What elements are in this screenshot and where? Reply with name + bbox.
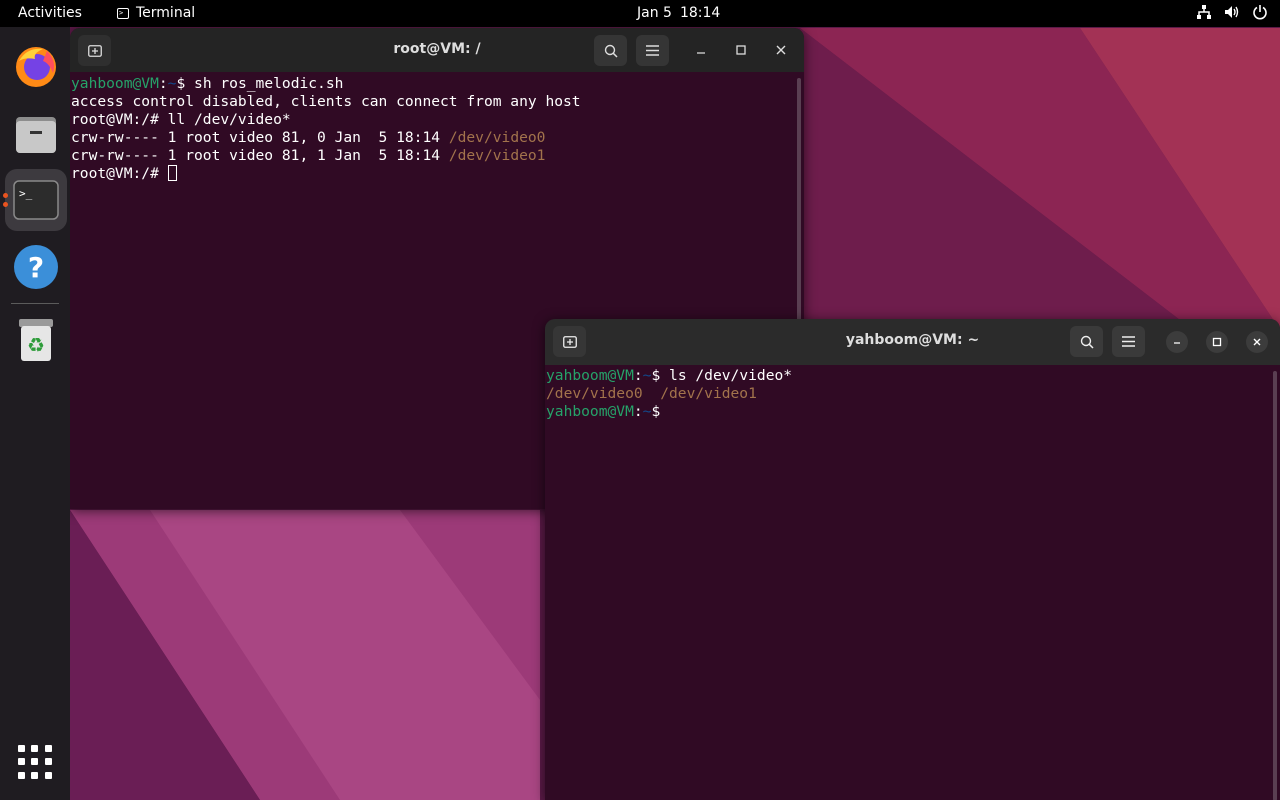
terminal-line: yahboom@VM:~$ ls /dev/video*: [546, 367, 1280, 385]
system-tray[interactable]: [1196, 4, 1268, 20]
terminal-line: crw-rw---- 1 root video 81, 0 Jan 5 18:1…: [71, 129, 804, 147]
clock-time: 18:14: [679, 5, 721, 21]
prompt-user: yahboom@VM: [71, 75, 159, 92]
app-menu-label: Terminal: [136, 5, 196, 21]
dock-separator: [11, 303, 59, 304]
app-menu[interactable]: > Terminal: [117, 5, 195, 21]
terminal-window-yahboom[interactable]: yahboom@VM: ~ yahboom@VM:~$ ls /dev/vide…: [545, 319, 1280, 800]
device-file: /dev/video1: [448, 147, 546, 164]
terminal-line: /dev/video0 /dev/video1: [546, 385, 1280, 403]
hamburger-menu-icon: [646, 45, 659, 56]
svg-text:?: ?: [28, 251, 44, 284]
firefox-icon: [16, 47, 56, 87]
terminal-text: access control disabled, clients can con…: [71, 93, 581, 110]
text-cursor: [167, 165, 177, 181]
terminal-text: crw-rw---- 1 root video 81, 1 Jan 5 18:1…: [71, 147, 449, 164]
terminal-text: :: [158, 75, 168, 92]
minimize-icon: [697, 52, 705, 54]
files-icon: [16, 117, 56, 153]
terminal-text: $ ls /dev/video*: [651, 367, 793, 384]
close-button[interactable]: [772, 41, 790, 59]
new-tab-button[interactable]: [78, 35, 111, 66]
device-file: /dev/video0: [546, 385, 643, 402]
terminal-line: root@VM:/# ll /dev/video*: [71, 111, 804, 129]
dock: >_ ? ♻: [0, 27, 70, 800]
new-tab-button[interactable]: [553, 326, 586, 357]
terminal-text: $: [651, 403, 661, 420]
close-button[interactable]: [1246, 331, 1268, 353]
new-tab-icon: [87, 44, 102, 57]
dock-trash[interactable]: ♻: [5, 309, 67, 371]
network-icon[interactable]: [1196, 4, 1212, 20]
terminal-icon: >_: [13, 180, 59, 220]
prompt-user: yahboom@VM: [546, 367, 634, 384]
dock-help[interactable]: ?: [5, 236, 67, 298]
terminal-output[interactable]: yahboom@VM:~$ ls /dev/video*/dev/video0 …: [545, 365, 1280, 421]
terminal-line: yahboom@VM:~$: [546, 403, 1280, 421]
running-indicator: [3, 193, 8, 198]
terminal-text: crw-rw---- 1 root video 81, 0 Jan 5 18:1…: [71, 129, 449, 146]
terminal-text: root@VM:/#: [71, 165, 168, 182]
running-indicator: [3, 202, 8, 207]
maximize-button[interactable]: [732, 41, 750, 59]
dock-files[interactable]: [5, 102, 67, 164]
search-button[interactable]: [594, 35, 627, 66]
search-icon: [1080, 335, 1094, 349]
device-file: /dev/video1: [660, 385, 757, 402]
maximize-icon: [1212, 337, 1222, 347]
power-icon[interactable]: [1252, 4, 1268, 20]
terminal-icon: >: [117, 7, 129, 19]
show-apps-button[interactable]: [18, 745, 52, 779]
clock[interactable]: Jan 5 18:14: [637, 5, 720, 21]
clock-date: Jan 5: [637, 5, 672, 21]
maximize-button[interactable]: [1206, 331, 1228, 353]
close-icon: [1253, 338, 1261, 346]
minimize-button[interactable]: [1166, 331, 1188, 353]
device-file: /dev/video0: [448, 129, 546, 146]
top-bar: Activities > Terminal Jan 5 18:14: [0, 0, 1280, 27]
help-icon: ?: [14, 245, 58, 289]
terminal-text: :: [633, 403, 643, 420]
svg-text:♻: ♻: [27, 333, 45, 357]
minimize-icon: [1174, 342, 1180, 344]
new-tab-icon: [562, 335, 577, 348]
terminal-text: root@VM:/# ll /dev/video*: [71, 111, 291, 128]
menu-button[interactable]: [1112, 326, 1145, 357]
terminal-line: yahboom@VM:~$ sh ros_melodic.sh: [71, 75, 804, 93]
window-titlebar[interactable]: yahboom@VM: ~: [545, 319, 1280, 365]
terminal-line: access control disabled, clients can con…: [71, 93, 804, 111]
search-icon: [604, 44, 618, 58]
dock-terminal[interactable]: >_: [5, 169, 67, 231]
minimize-button[interactable]: [692, 41, 710, 59]
dock-firefox[interactable]: [5, 35, 67, 97]
prompt-user: yahboom@VM: [546, 403, 634, 420]
trash-icon: ♻: [19, 319, 53, 361]
terminal-output[interactable]: yahboom@VM:~$ sh ros_melodic.sh access co…: [70, 72, 804, 183]
close-icon: [776, 45, 786, 55]
maximize-icon: [736, 45, 746, 55]
window-titlebar[interactable]: root@VM: /: [70, 28, 804, 72]
terminal-text: $ sh ros_melodic.sh: [176, 75, 344, 92]
search-button[interactable]: [1070, 326, 1103, 357]
terminal-text: :: [633, 367, 643, 384]
svg-text:>_: >_: [19, 187, 33, 200]
volume-icon[interactable]: [1224, 4, 1240, 20]
menu-button[interactable]: [636, 35, 669, 66]
terminal-line: root@VM:/#: [71, 165, 804, 183]
terminal-line: crw-rw---- 1 root video 81, 1 Jan 5 18:1…: [71, 147, 804, 165]
hamburger-menu-icon: [1122, 336, 1135, 347]
activities-button[interactable]: Activities: [18, 5, 82, 21]
scrollbar[interactable]: [1273, 371, 1277, 800]
